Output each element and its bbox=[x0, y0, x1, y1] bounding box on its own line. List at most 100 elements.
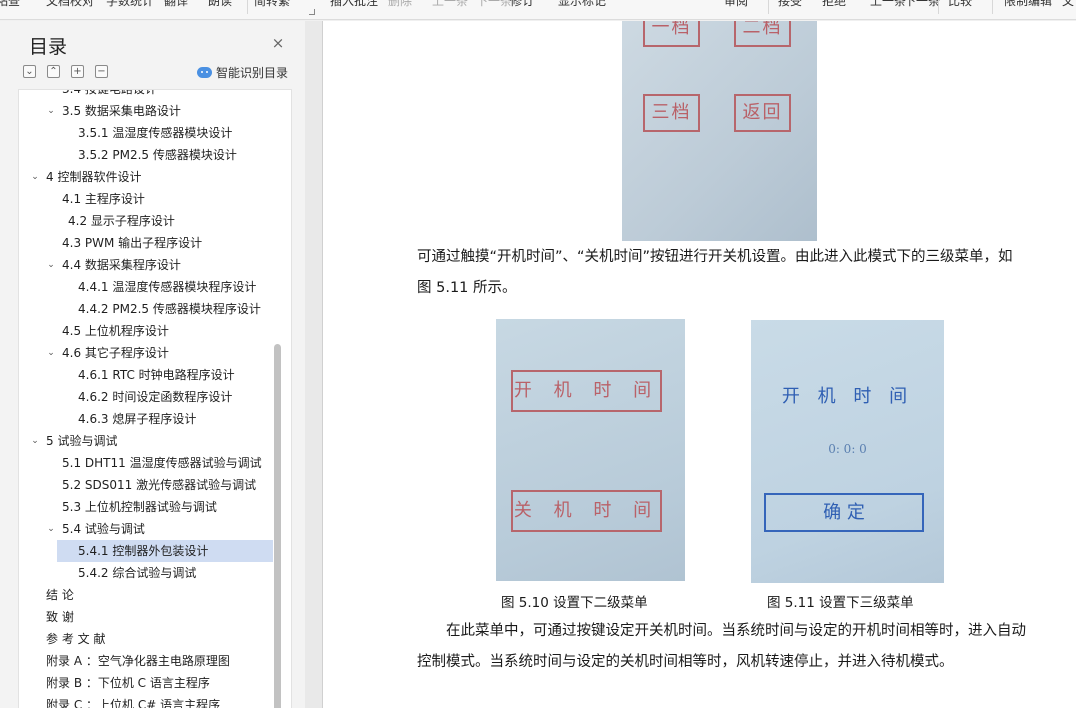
expand-chevron-icon[interactable]: ⌄ bbox=[45, 254, 57, 276]
toc-item[interactable]: 4.4.1 温湿度传感器模块程序设计 bbox=[19, 276, 291, 298]
confirm-button-label: 确 定 bbox=[764, 493, 924, 532]
gear-2-button-label: 二档 bbox=[734, 21, 791, 47]
gear-3-button-label: 三档 bbox=[643, 94, 700, 132]
toc-item-label: 3.4 按键电路设计 bbox=[62, 89, 157, 96]
power-on-time-label: 开 机 时 间 bbox=[511, 370, 662, 412]
ribbon-item[interactable]: 文 bbox=[1062, 0, 1074, 9]
toc-item[interactable]: ⌄ 5.4 试验与调试 bbox=[19, 518, 291, 540]
toc-panel: 目录 × ⌄ ⌃ + − 智能识别目录 3.4 按键电路设计 ⌄ 3.5 数据采集电… bbox=[0, 21, 305, 708]
figure-caption-5-10: 图 5.10 设置下二级菜单 bbox=[501, 595, 648, 611]
toc-item-label: 4.6 其它子程序设计 bbox=[62, 346, 169, 360]
menu-photo-first-level: 一档 二档 三档 返回 bbox=[622, 21, 817, 241]
ribbon-item[interactable]: 插入批注 bbox=[330, 0, 378, 9]
ribbon-item[interactable]: 修订 bbox=[510, 0, 534, 9]
ribbon-item[interactable]: 限制编辑 bbox=[1004, 0, 1052, 9]
smart-recognize-toc-button[interactable]: 智能识别目录 bbox=[197, 64, 288, 80]
ribbon-item[interactable]: 删除 bbox=[388, 0, 412, 9]
ribbon-item[interactable]: 拒绝 bbox=[822, 0, 846, 9]
ribbon-item[interactable]: 文档校对 bbox=[46, 0, 94, 9]
toc-item-label: 4.6.2 时间设定函数程序设计 bbox=[78, 390, 233, 404]
toc-item[interactable]: 3.5.2 PM2.5 传感器模块设计 bbox=[19, 144, 291, 166]
toc-item[interactable]: 致 谢 bbox=[19, 606, 291, 628]
remove-heading-icon[interactable]: − bbox=[95, 65, 108, 78]
figure-caption-5-11: 图 5.11 设置下三级菜单 bbox=[767, 595, 914, 611]
gear-1-button-label: 一档 bbox=[643, 21, 700, 47]
ribbon-toolbar: 粘查 文档校对 字数统计 翻译 朗读 简转繁 插入批注 删除 上一条 下一条 修… bbox=[0, 0, 1076, 20]
add-heading-icon[interactable]: + bbox=[71, 65, 84, 78]
ribbon-item[interactable]: 下一条 bbox=[904, 0, 940, 9]
ribbon-item[interactable]: 粘查 bbox=[0, 0, 20, 9]
toc-item[interactable]: 3.5.1 温湿度传感器模块设计 bbox=[19, 122, 291, 144]
expand-chevron-icon[interactable]: ⌄ bbox=[29, 430, 41, 452]
toc-item-label: 4.3 PWM 输出子程序设计 bbox=[62, 236, 203, 250]
expand-chevron-icon[interactable]: ⌄ bbox=[29, 166, 41, 188]
toc-item[interactable]: 5.1 DHT11 温湿度传感器试验与调试 bbox=[19, 452, 291, 474]
toc-item[interactable]: 参 考 文 献 bbox=[19, 628, 291, 650]
toc-item[interactable]: 4.3 PWM 输出子程序设计 bbox=[19, 232, 291, 254]
toc-item-label: 附录 B ：下位机 C 语言主程序 bbox=[46, 676, 210, 690]
toc-item-label: 5.4.2 综合试验与调试 bbox=[78, 566, 197, 580]
toc-title: 目录 bbox=[29, 36, 68, 58]
ribbon-item[interactable]: 上一条 bbox=[432, 0, 468, 9]
ribbon-item[interactable]: 翻译 bbox=[164, 0, 188, 9]
toc-item[interactable]: 4.1 主程序设计 bbox=[19, 188, 291, 210]
toc-item-label: 4.2 显示子程序设计 bbox=[68, 214, 175, 228]
toc-item[interactable]: 5.4.1 控制器外包装设计 bbox=[57, 540, 273, 562]
toc-scrollbar[interactable] bbox=[274, 344, 281, 708]
wps-writer-window: 粘查 文档校对 字数统计 翻译 朗读 简转繁 插入批注 删除 上一条 下一条 修… bbox=[0, 0, 1076, 708]
back-button-label: 返回 bbox=[734, 94, 791, 132]
document-page: 一档 二档 三档 返回 可通过触摸“开机时间”、“关机时间”按钮进行开关机设置。… bbox=[323, 21, 1076, 708]
toc-item[interactable]: 5.2 SDS011 激光传感器试验与调试 bbox=[19, 474, 291, 496]
toc-item[interactable]: 5.3 上位机控制器试验与调试 bbox=[19, 496, 291, 518]
toc-item-label: 4.4.2 PM2.5 传感器模块程序设计 bbox=[78, 302, 261, 316]
toc-item[interactable]: ⌄ 4.6 其它子程序设计 bbox=[19, 342, 291, 364]
ribbon-item[interactable]: 审阅 bbox=[724, 0, 748, 9]
toc-item[interactable]: 附录 A ：空气净化器主电路原理图 bbox=[19, 650, 291, 672]
toc-item[interactable]: 5.4.2 综合试验与调试 bbox=[19, 562, 291, 584]
toc-item[interactable]: ⌄ 5 试验与调试 bbox=[19, 430, 291, 452]
paragraph-2: 在此菜单中，可通过按键设定开关机时间。当系统时间与设定的开机时间相等时，进入自动… bbox=[417, 623, 1026, 670]
toc-item[interactable]: 4.6.1 RTC 时钟电路程序设计 bbox=[19, 364, 291, 386]
toc-item[interactable]: ⌄ 4.4 数据采集程序设计 bbox=[19, 254, 291, 276]
toc-item-label: 5.4.1 控制器外包装设计 bbox=[78, 544, 209, 558]
ribbon-item[interactable]: 上一条 bbox=[870, 0, 906, 9]
expand-up-icon[interactable]: ⌃ bbox=[47, 65, 60, 78]
ribbon-item[interactable]: 显示标记 bbox=[558, 0, 606, 9]
toc-item-label: 致 谢 bbox=[46, 610, 74, 624]
toc-item[interactable]: ⌄ 3.5 数据采集电路设计 bbox=[19, 100, 291, 122]
toc-item-label: 4.6.1 RTC 时钟电路程序设计 bbox=[78, 368, 235, 382]
toc-item[interactable]: 4.4.2 PM2.5 传感器模块程序设计 bbox=[19, 298, 291, 320]
time-readout: 0: 0: 0 bbox=[828, 442, 867, 456]
toc-item[interactable]: 3.4 按键电路设计 bbox=[19, 89, 291, 100]
toc-item[interactable]: 4.2 显示子程序设计 bbox=[19, 210, 291, 232]
expand-chevron-icon[interactable]: ⌄ bbox=[45, 100, 57, 122]
toc-item-label: 5.1 DHT11 温湿度传感器试验与调试 bbox=[62, 456, 262, 470]
toc-item[interactable]: 附录 C ：上位机 C# 语言主程序 bbox=[19, 694, 291, 708]
ribbon-item[interactable]: 比较 bbox=[948, 0, 972, 9]
ribbon-item[interactable]: 字数统计 bbox=[106, 0, 154, 9]
toc-item[interactable]: 附录 B ：下位机 C 语言主程序 bbox=[19, 672, 291, 694]
toc-item[interactable]: 4.5 上位机程序设计 bbox=[19, 320, 291, 342]
ribbon-item[interactable]: 朗读 bbox=[208, 0, 232, 9]
ribbon-item[interactable]: 简转繁 bbox=[254, 0, 290, 9]
expand-chevron-icon[interactable]: ⌄ bbox=[45, 518, 57, 540]
toc-item-label: 5.4 试验与调试 bbox=[62, 522, 145, 536]
panel-splitter[interactable] bbox=[305, 21, 323, 708]
toc-item[interactable]: 4.6.2 时间设定函数程序设计 bbox=[19, 386, 291, 408]
expand-chevron-icon[interactable]: ⌄ bbox=[45, 342, 57, 364]
toc-item[interactable]: ⌄ 4 控制器软件设计 bbox=[19, 166, 291, 188]
ribbon-item[interactable]: 接受 bbox=[778, 0, 802, 9]
toc-item[interactable]: 结 论 bbox=[19, 584, 291, 606]
toc-item[interactable]: 4.6.3 熄屏子程序设计 bbox=[19, 408, 291, 430]
toc-item-label: 参 考 文 献 bbox=[46, 632, 106, 646]
toc-item-label: 4.4 数据采集程序设计 bbox=[62, 258, 181, 272]
smart-recognize-label: 智能识别目录 bbox=[216, 65, 289, 80]
dialog-launcher-icon[interactable] bbox=[309, 9, 315, 15]
figure-5-10-photo: 开 机 时 间 关 机 时 间 bbox=[496, 319, 685, 581]
close-icon[interactable]: × bbox=[270, 35, 286, 51]
toc-item-label: 结 论 bbox=[46, 588, 74, 602]
ai-cloud-icon bbox=[197, 66, 212, 78]
toc-item-label: 4.4.1 温湿度传感器模块程序设计 bbox=[78, 280, 257, 294]
ribbon-item[interactable]: 下一条 bbox=[476, 0, 512, 9]
collapse-all-icon[interactable]: ⌄ bbox=[23, 65, 36, 78]
